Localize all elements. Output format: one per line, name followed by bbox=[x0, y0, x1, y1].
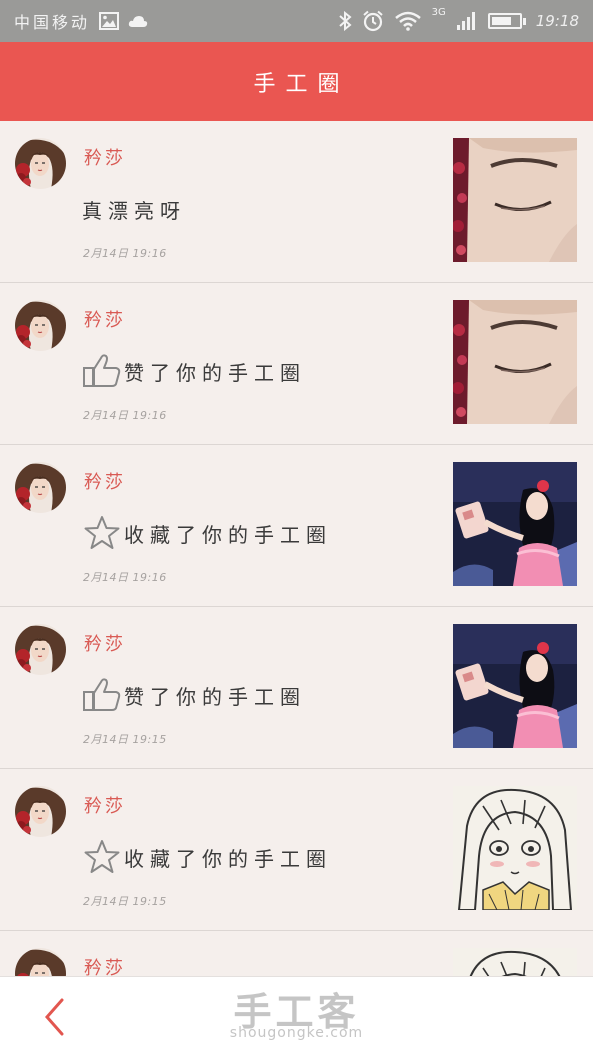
status-bar: 中国移动 3G 19:18 bbox=[0, 0, 593, 42]
post-thumbnail[interactable] bbox=[453, 300, 577, 424]
user-avatar[interactable] bbox=[15, 786, 66, 837]
username[interactable]: 矜莎 bbox=[84, 306, 126, 332]
bluetooth-icon bbox=[338, 11, 352, 31]
thumbs-up-icon bbox=[83, 354, 121, 387]
message-text: 赞了你的手工圈 bbox=[124, 360, 306, 385]
username[interactable]: 矜莎 bbox=[84, 792, 126, 818]
page-title: 手工圈 bbox=[253, 71, 350, 97]
notification-message: 真漂亮呀 bbox=[82, 191, 186, 227]
timestamp: 2月14日 19:15 bbox=[83, 895, 167, 908]
message-text: 收藏了你的手工圈 bbox=[124, 522, 332, 547]
post-thumbnail[interactable] bbox=[453, 786, 577, 910]
post-thumbnail[interactable] bbox=[453, 462, 577, 586]
username[interactable]: 矜莎 bbox=[84, 630, 126, 656]
user-avatar[interactable] bbox=[15, 624, 66, 675]
notification-item[interactable]: 矜莎收藏了你的手工圈 2月14日 19:16 bbox=[0, 445, 593, 607]
username[interactable]: 矜莎 bbox=[84, 468, 126, 494]
alarm-icon bbox=[362, 10, 384, 32]
notification-item[interactable]: 矜莎赞了你的手工圈 2月14日 19:16 bbox=[0, 283, 593, 445]
post-thumbnail[interactable] bbox=[453, 948, 577, 976]
watermark-url: shougongke.com bbox=[229, 1025, 364, 1041]
username[interactable]: 矜莎 bbox=[84, 954, 126, 976]
cloud-icon bbox=[128, 14, 148, 28]
notification-message: 赞了你的手工圈 bbox=[82, 677, 306, 713]
thumbs-up-icon bbox=[83, 678, 121, 711]
status-left: 中国移动 bbox=[14, 9, 148, 33]
notification-message: 收藏了你的手工圈 bbox=[82, 839, 332, 875]
user-avatar[interactable] bbox=[15, 948, 66, 976]
user-avatar[interactable] bbox=[15, 300, 66, 351]
carrier-name: 中国移动 bbox=[14, 13, 91, 32]
message-text: 真漂亮呀 bbox=[82, 198, 186, 223]
header-bar: 手工圈 bbox=[0, 42, 593, 121]
timestamp: 2月14日 19:15 bbox=[83, 733, 167, 746]
signal-icon bbox=[456, 11, 478, 31]
network-type-label: 3G bbox=[431, 7, 446, 18]
timestamp: 2月14日 19:16 bbox=[83, 409, 167, 422]
notification-message: 赞了你的手工圈 bbox=[82, 353, 306, 389]
username[interactable]: 矜莎 bbox=[84, 144, 126, 170]
timestamp: 2月14日 19:16 bbox=[83, 247, 167, 260]
notification-item[interactable]: 矜莎真漂亮呀 2月14日 19:16 bbox=[0, 121, 593, 283]
star-icon bbox=[84, 516, 120, 549]
bottom-bar: 手工客 shougongke.com bbox=[0, 976, 593, 1054]
notification-item[interactable]: 矜莎赞了你的手工圈 2月14日 19:15 bbox=[0, 607, 593, 769]
message-text: 收藏了你的手工圈 bbox=[124, 846, 332, 871]
notification-list[interactable]: 矜莎 真漂亮呀 2月14日 19:16 矜莎 赞了你的手工圈 2月14日 19:16 矜莎收… bbox=[0, 121, 593, 976]
timestamp: 2月14日 19:16 bbox=[83, 571, 167, 584]
post-thumbnail[interactable] bbox=[453, 624, 577, 748]
star-icon bbox=[84, 840, 120, 873]
status-time: 19:18 bbox=[535, 12, 579, 30]
notification-item[interactable]: 矜莎收藏了你的手工圈 2月14日 19:15 bbox=[0, 769, 593, 931]
notification-item[interactable]: 矜莎 bbox=[0, 931, 593, 976]
image-notification-icon bbox=[99, 12, 120, 30]
post-thumbnail[interactable] bbox=[453, 138, 577, 262]
user-avatar[interactable] bbox=[15, 462, 66, 513]
user-avatar[interactable] bbox=[15, 138, 66, 189]
battery-icon bbox=[487, 13, 526, 29]
status-right: 3G 19:18 bbox=[338, 7, 579, 32]
message-text: 赞了你的手工圈 bbox=[124, 684, 306, 709]
notification-message: 收藏了你的手工圈 bbox=[82, 515, 332, 551]
wifi-icon bbox=[394, 11, 422, 31]
